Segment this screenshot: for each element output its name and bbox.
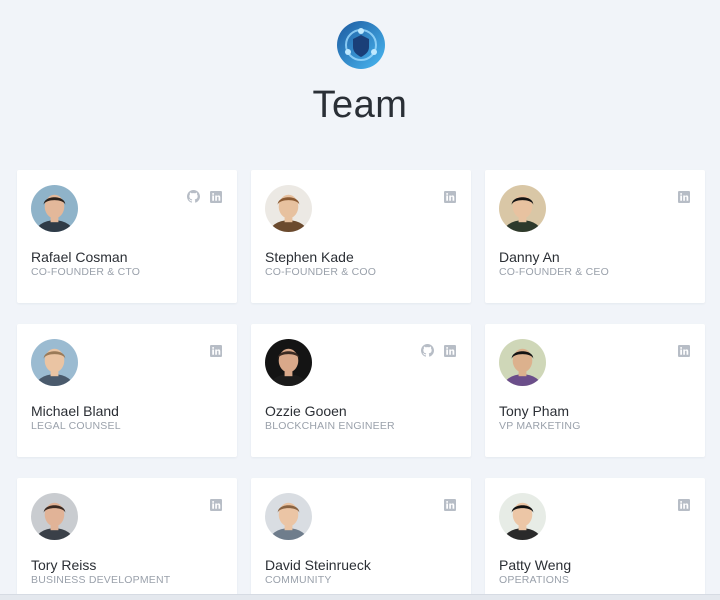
team-page: Team Rafael Cosman CO-FOUNDER & CTO Stephe… (0, 0, 720, 600)
member-role: VP MARKETING (499, 420, 581, 432)
member-name: Stephen Kade (265, 249, 354, 265)
avatar (499, 339, 546, 386)
avatar (31, 493, 78, 540)
page-title: Team (312, 84, 408, 126)
team-member-card: Tory Reiss BUSINESS DEVELOPMENT (17, 478, 237, 600)
member-name: Tony Pham (499, 403, 570, 419)
avatar (499, 185, 546, 232)
member-role: COMMUNITY (265, 574, 332, 586)
social-links (187, 190, 223, 203)
member-name: Michael Bland (31, 403, 119, 419)
github-icon[interactable] (187, 190, 200, 203)
linkedin-icon[interactable] (678, 498, 691, 511)
bottom-bar (0, 594, 720, 600)
avatar (31, 185, 78, 232)
linkedin-icon[interactable] (678, 344, 691, 357)
member-name: David Steinrueck (265, 557, 371, 573)
social-links (444, 190, 457, 203)
avatar (499, 493, 546, 540)
team-member-card: Danny An CO-FOUNDER & CEO (485, 170, 705, 303)
linkedin-icon[interactable] (444, 498, 457, 511)
member-name: Patty Weng (499, 557, 572, 573)
member-role: OPERATIONS (499, 574, 570, 586)
linkedin-icon[interactable] (444, 344, 457, 357)
team-member-card: Stephen Kade CO-FOUNDER & COO (251, 170, 471, 303)
team-member-card: Rafael Cosman CO-FOUNDER & CTO (17, 170, 237, 303)
member-role: CO-FOUNDER & CEO (499, 266, 609, 278)
team-member-card: Tony Pham VP MARKETING (485, 324, 705, 457)
avatar (265, 339, 312, 386)
linkedin-icon[interactable] (210, 498, 223, 511)
social-links (210, 498, 223, 511)
social-links (678, 344, 691, 357)
linkedin-icon[interactable] (678, 190, 691, 203)
linkedin-icon[interactable] (210, 344, 223, 357)
team-member-card: Michael Bland LEGAL COUNSEL (17, 324, 237, 457)
social-links (210, 344, 223, 357)
linkedin-icon[interactable] (444, 190, 457, 203)
member-role: BLOCKCHAIN ENGINEER (265, 420, 395, 432)
team-member-card: David Steinrueck COMMUNITY (251, 478, 471, 600)
linkedin-icon[interactable] (210, 190, 223, 203)
team-grid: Rafael Cosman CO-FOUNDER & CTO Stephen Kad… (17, 170, 705, 600)
member-name: Ozzie Gooen (265, 403, 347, 419)
member-role: CO-FOUNDER & COO (265, 266, 377, 278)
social-links (444, 498, 457, 511)
social-links (421, 344, 457, 357)
member-role: BUSINESS DEVELOPMENT (31, 574, 171, 586)
github-icon[interactable] (421, 344, 434, 357)
avatar (31, 339, 78, 386)
avatar (265, 185, 312, 232)
member-name: Rafael Cosman (31, 249, 128, 265)
team-member-card: Ozzie Gooen BLOCKCHAIN ENGINEER (251, 324, 471, 457)
social-links (678, 498, 691, 511)
team-member-card: Patty Weng OPERATIONS (485, 478, 705, 600)
social-links (678, 190, 691, 203)
member-name: Tory Reiss (31, 557, 97, 573)
member-role: CO-FOUNDER & CTO (31, 266, 141, 278)
company-logo-icon (337, 21, 385, 69)
member-name: Danny An (499, 249, 560, 265)
member-role: LEGAL COUNSEL (31, 420, 121, 432)
avatar (265, 493, 312, 540)
